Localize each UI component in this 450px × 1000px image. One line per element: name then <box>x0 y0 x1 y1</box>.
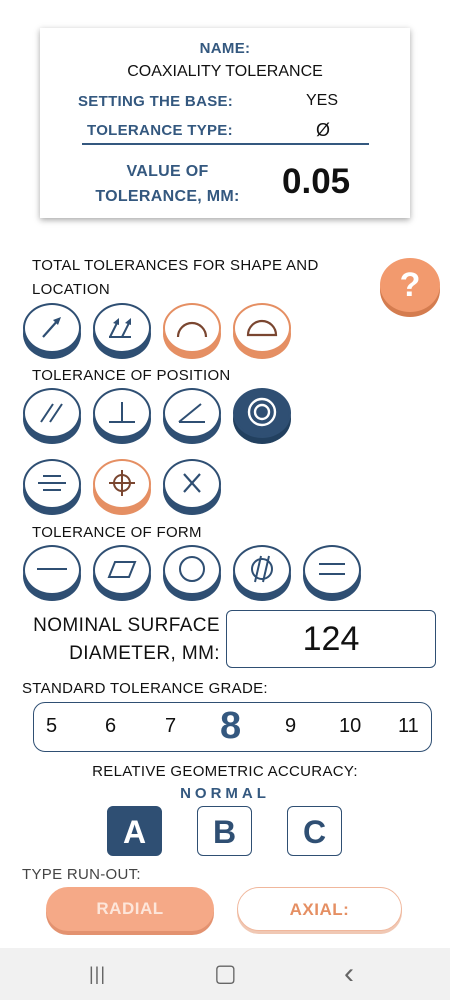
total-radial-runout-icon <box>42 317 61 338</box>
line-profile-button[interactable] <box>163 303 221 353</box>
card-divider <box>82 143 369 145</box>
axial-button[interactable]: AXIAL: <box>237 887 402 931</box>
perpendicularity-button[interactable] <box>93 388 151 438</box>
straightness-icon <box>37 568 67 570</box>
straightness-button[interactable] <box>23 545 81 595</box>
position-button[interactable] <box>93 459 151 509</box>
angularity-icon <box>178 403 205 423</box>
system-navbar: ||| ▢ ‹ <box>0 948 450 1000</box>
name-label: NAME: <box>199 40 251 57</box>
grade-option-5[interactable]: 5 <box>46 715 57 738</box>
grade-option-8[interactable]: 8 <box>220 705 241 748</box>
grade-option-11[interactable]: 11 <box>398 715 419 738</box>
flatness-icon <box>107 561 137 578</box>
name-value: COAXIALITY TOLERANCE <box>127 63 323 80</box>
accuracy-subtitle: NORMAL <box>180 785 270 802</box>
symmetry-icon <box>38 475 66 491</box>
cylindricity-button[interactable] <box>233 545 291 595</box>
total-radial-runout-button[interactable] <box>23 303 81 353</box>
accuracy-option-b[interactable]: B <box>197 806 252 856</box>
section-total-tolerances: TOTAL TOLERANCES FOR SHAPE AND LOCATION <box>32 257 319 298</box>
tolerance-type-label: TOLERANCE TYPE: <box>87 122 233 139</box>
home-icon[interactable]: ▢ <box>214 948 237 1000</box>
equal-icon <box>319 563 345 575</box>
angularity-button[interactable] <box>163 388 221 438</box>
parallelism-icon <box>40 403 63 423</box>
grade-option-9[interactable]: 9 <box>285 715 296 738</box>
surface-profile-icon <box>246 319 278 337</box>
coaxiality-icon <box>247 397 277 427</box>
recents-icon[interactable]: ||| <box>89 948 106 1000</box>
circularity-icon <box>179 556 205 582</box>
section-tolerance-position: TOLERANCE OF POSITION <box>32 367 231 384</box>
accuracy-option-c[interactable]: C <box>287 806 342 856</box>
accuracy-title: RELATIVE GEOMETRIC ACCURACY: <box>92 763 358 780</box>
grade-option-10[interactable]: 10 <box>339 715 361 738</box>
radial-button[interactable]: RADIAL <box>46 887 214 931</box>
tolerance-type-value: Ø <box>316 120 331 140</box>
value-of-tolerance-label: VALUE OF TOLERANCE, MM: <box>95 163 240 205</box>
back-icon[interactable]: ‹ <box>344 948 354 1000</box>
symmetry-button[interactable] <box>23 459 81 509</box>
grade-title: STANDARD TOLERANCE GRADE: <box>22 680 268 697</box>
cylindricity-icon <box>251 555 273 583</box>
equal-button[interactable] <box>303 545 361 595</box>
nominal-diameter-label: NOMINAL SURFACE DIAMETER, MM: <box>33 615 220 664</box>
runout-title: TYPE RUN-OUT: <box>22 866 141 883</box>
intersection-button[interactable] <box>163 459 221 509</box>
grade-option-6[interactable]: 6 <box>105 715 116 738</box>
surface-profile-button[interactable] <box>233 303 291 353</box>
section-tolerance-form: TOLERANCE OF FORM <box>32 524 202 541</box>
line-profile-icon <box>176 321 208 338</box>
perpendicularity-icon <box>109 402 135 423</box>
intersection-icon <box>183 473 201 493</box>
grade-option-7[interactable]: 7 <box>165 715 176 738</box>
tolerance-info-card: NAME: COAXIALITY TOLERANCE SETTING THE B… <box>40 28 410 218</box>
coaxiality-button[interactable] <box>233 388 291 438</box>
circularity-button[interactable] <box>163 545 221 595</box>
setting-base-label: SETTING THE BASE: <box>78 93 234 110</box>
parallelism-button[interactable] <box>23 388 81 438</box>
total-axial-runout-button[interactable] <box>93 303 151 353</box>
accuracy-option-a[interactable]: A <box>107 806 162 856</box>
help-button[interactable]: ? <box>380 258 440 312</box>
flatness-button[interactable] <box>93 545 151 595</box>
value-of-tolerance-value: 0.05 <box>282 162 351 201</box>
nominal-diameter-input[interactable]: 124 <box>226 610 436 668</box>
position-icon <box>109 470 135 496</box>
setting-base-value: YES <box>306 92 339 109</box>
total-axial-runout-icon <box>109 318 131 338</box>
